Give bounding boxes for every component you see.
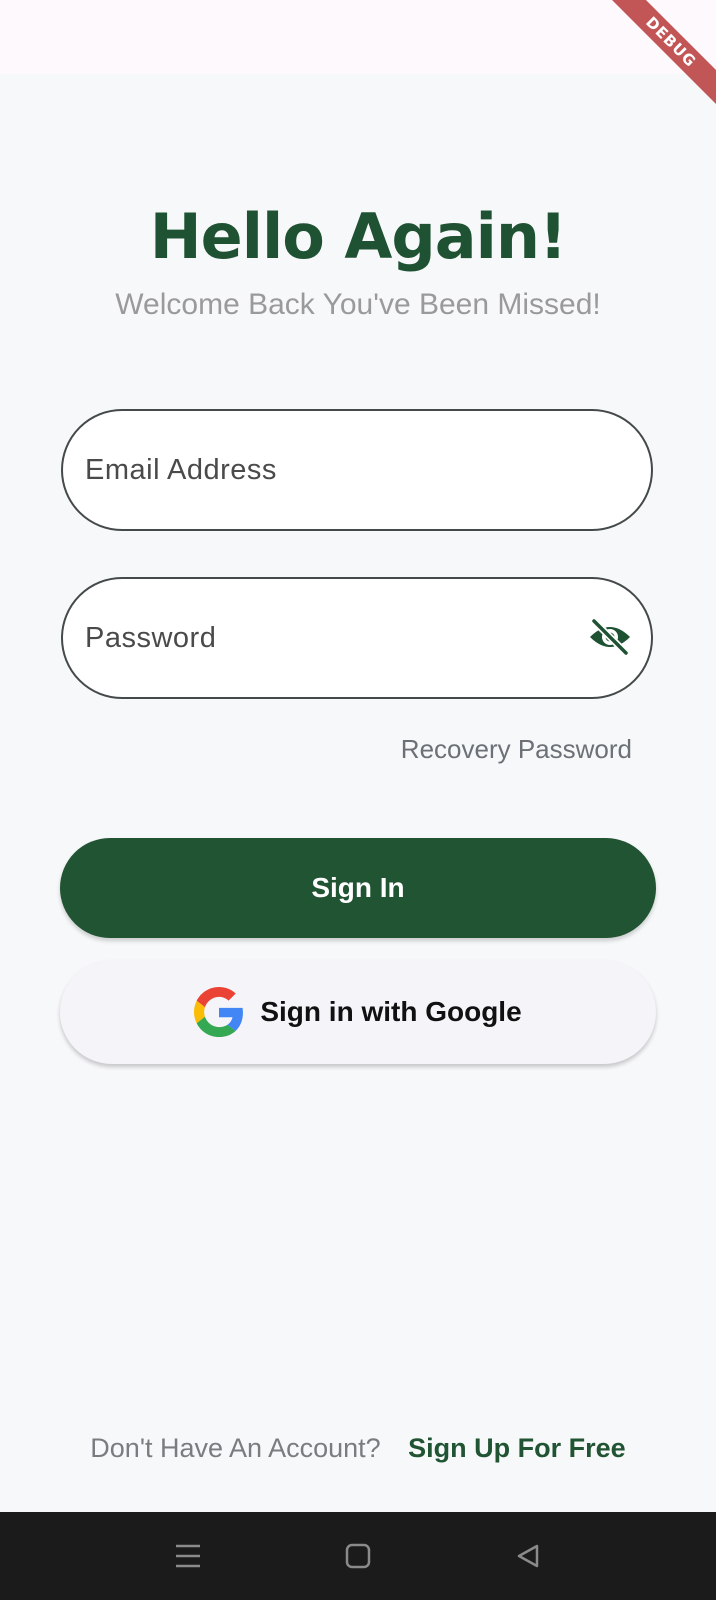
page-title: Hello Again! <box>149 200 568 273</box>
signup-footer: Don't Have An Account? Sign Up For Free <box>0 1433 716 1464</box>
email-field-container <box>61 409 653 531</box>
password-input[interactable] <box>85 579 585 697</box>
home-square-icon <box>345 1543 371 1569</box>
eye-off-icon <box>590 617 630 657</box>
password-visibility-toggle[interactable] <box>587 617 633 657</box>
password-field-container <box>61 577 653 699</box>
sign-up-link[interactable]: Sign Up For Free <box>408 1433 626 1463</box>
sign-in-button[interactable]: Sign In <box>60 838 656 938</box>
page-subtitle: Welcome Back You've Been Missed! <box>115 288 601 321</box>
email-input[interactable] <box>85 411 585 529</box>
google-sign-in-button[interactable]: Sign in with Google <box>60 960 656 1064</box>
debug-banner: DEBUG <box>596 0 716 120</box>
debug-ribbon-label: DEBUG <box>602 0 716 111</box>
menu-icon <box>176 1544 200 1568</box>
google-logo-icon <box>194 987 244 1037</box>
nav-back-button[interactable] <box>508 1536 548 1576</box>
nav-home-button[interactable] <box>338 1536 378 1576</box>
recovery-password-link[interactable]: Recovery Password <box>401 734 632 765</box>
nav-recents-button[interactable] <box>168 1536 208 1576</box>
signup-prompt: Don't Have An Account? <box>90 1433 381 1463</box>
system-navigation-bar <box>0 1512 716 1600</box>
back-triangle-icon <box>517 1544 539 1568</box>
google-sign-in-label: Sign in with Google <box>260 996 522 1027</box>
